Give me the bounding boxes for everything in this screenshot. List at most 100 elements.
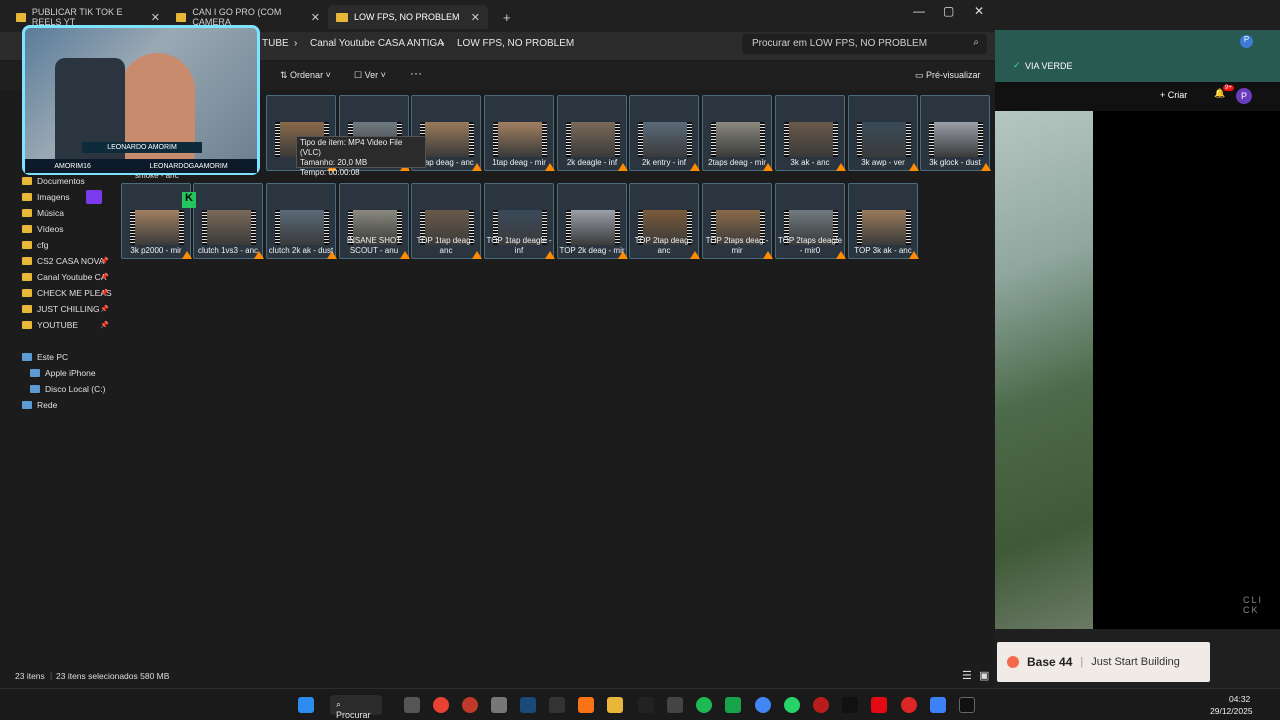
chrome-icon[interactable] (755, 697, 771, 713)
video-file[interactable]: TOP 1tap deag - anc (411, 183, 482, 259)
search-input[interactable]: Procurar em LOW FPS, NO PROBLEM ⌕ (742, 34, 987, 54)
video-file[interactable]: TOP 1tap deagle - inf (484, 183, 555, 259)
app-icon[interactable] (638, 697, 654, 713)
video-thumbnail (857, 122, 911, 157)
notification-badge: 9+ (1223, 85, 1234, 91)
spotify-icon[interactable] (696, 697, 712, 713)
video-file[interactable]: TOP 3k ak - anc (848, 183, 919, 259)
preview-pane-button[interactable]: ▭ Pré-visualizar (915, 70, 981, 81)
app-icon[interactable] (901, 697, 917, 713)
nav-item[interactable]: Rede (22, 400, 57, 410)
video-thumbnail (929, 122, 983, 157)
video-file[interactable]: 2k entry - inf (629, 95, 700, 171)
nav-item[interactable]: CS2 CASA NOVA (22, 256, 104, 266)
video-thumbnail (493, 122, 547, 157)
app-icon[interactable] (813, 697, 829, 713)
chrome-icon[interactable] (433, 697, 449, 713)
nav-item[interactable]: Música (22, 208, 64, 218)
video-thumbnail (784, 122, 838, 157)
profile-avatar[interactable]: P (1240, 35, 1253, 48)
account-avatar[interactable]: P (1236, 88, 1252, 104)
video-file[interactable]: 3k ak - anc (775, 95, 846, 171)
pc-icon (22, 353, 32, 361)
nav-item[interactable]: cfg (22, 240, 48, 250)
video-file[interactable]: 3k p2000 - mir (121, 183, 192, 259)
settings-icon[interactable] (491, 697, 507, 713)
new-tab-button[interactable]: + (495, 5, 519, 29)
file-name: 3k p2000 - mir (130, 246, 182, 255)
folder-icon (22, 289, 32, 297)
netflix-icon[interactable] (871, 697, 887, 713)
video-file[interactable]: 1tap deag - mir (484, 95, 555, 171)
create-button[interactable]: + Criar (1160, 90, 1187, 100)
video-file[interactable]: TOP 2taps deagle - mir0 (775, 183, 846, 259)
video-file[interactable]: 3k glock - dust (920, 95, 991, 171)
video-file[interactable]: INSANE SHOT SCOUT - anu (339, 183, 410, 259)
tab-low-fps[interactable]: LOW FPS, NO PROBLEM ✕ (328, 5, 488, 29)
maximize-icon[interactable]: ▢ (943, 4, 954, 18)
video-file[interactable]: TOP 2k deag - mir (557, 183, 628, 259)
start-icon[interactable] (298, 697, 314, 713)
nav-item[interactable]: YOUTUBE (22, 320, 78, 330)
taskbar: ⌕ Procurar 04:32 29/12/2025 (0, 688, 1280, 720)
breadcrumb-item[interactable]: TUBE (262, 38, 289, 49)
app-icon[interactable] (549, 697, 565, 713)
task-view-icon[interactable] (404, 697, 420, 713)
capcut-icon[interactable] (959, 697, 975, 713)
close-icon[interactable]: ✕ (311, 11, 320, 24)
folder-icon (22, 321, 32, 329)
video-thumbnail (275, 210, 329, 245)
close-window-icon[interactable]: ✕ (974, 4, 984, 18)
video-file[interactable]: 2taps deag - mir (702, 95, 773, 171)
app-icon[interactable] (725, 697, 741, 713)
close-icon[interactable]: ✕ (471, 11, 480, 24)
view-button[interactable]: ☐ Ver ˅ (354, 70, 386, 81)
close-icon[interactable]: ✕ (151, 11, 160, 24)
details-view-icon[interactable]: ☰ (962, 669, 972, 682)
faceit-icon[interactable] (578, 697, 594, 713)
nav-item[interactable]: Este PC (22, 352, 68, 362)
videos-icon (22, 225, 32, 233)
nav-item[interactable]: Documentos (22, 176, 85, 186)
more-options-icon[interactable]: ··· (410, 66, 422, 80)
nav-item[interactable]: Vídeos (22, 224, 63, 234)
watermark: CLI CK (1243, 595, 1264, 615)
breadcrumb-item[interactable]: LOW FPS, NO PROBLEM (457, 38, 574, 49)
nav-item[interactable]: Imagens (22, 192, 70, 202)
folder-icon (22, 305, 32, 313)
breadcrumb-item[interactable]: Canal Youtube CASA ANTIGA (310, 38, 444, 49)
video-file[interactable]: clutch 1vs3 - anc (193, 183, 264, 259)
tiles-view-icon[interactable]: ▣ (979, 669, 989, 682)
sort-button[interactable]: ⇅ Ordenar ˅ (280, 70, 331, 81)
steam-icon[interactable] (520, 697, 536, 713)
notepad-icon[interactable] (930, 697, 946, 713)
nav-item[interactable]: Canal Youtube CA (22, 272, 106, 282)
file-explorer-icon[interactable] (607, 697, 623, 713)
folder-icon (16, 12, 26, 22)
clock-time[interactable]: 04:32 (1229, 694, 1250, 704)
video-file[interactable]: clutch 2k ak - dust (266, 183, 337, 259)
app-icon[interactable] (667, 697, 683, 713)
nav-item[interactable]: CHECK ME PLEAS (22, 288, 112, 298)
file-name: TOP 3k ak - anc (854, 246, 912, 255)
nav-item[interactable]: Apple iPhone (30, 368, 96, 378)
opera-icon[interactable] (462, 697, 478, 713)
video-thumbnail (857, 210, 911, 245)
tiktok-icon[interactable] (842, 697, 858, 713)
network-icon (22, 401, 32, 409)
whatsapp-icon[interactable] (784, 697, 800, 713)
minimize-icon[interactable]: — (913, 4, 925, 18)
bookmark-via-verde[interactable]: VIA VERDE (1025, 61, 1073, 71)
clock-date[interactable]: 29/12/2025 (1210, 706, 1253, 716)
video-file[interactable]: 2k deagle - inf (557, 95, 628, 171)
music-icon (22, 209, 32, 217)
breadcrumb-separator: › (294, 38, 298, 49)
video-file[interactable]: 3k awp - ver (848, 95, 919, 171)
ad-banner[interactable]: Base 44 | Just Start Building (997, 642, 1210, 682)
nav-item[interactable]: JUST CHILLING (22, 304, 100, 314)
taskbar-search[interactable]: ⌕ Procurar (330, 695, 382, 720)
video-file[interactable]: TOP 2taps deag - mir (702, 183, 773, 259)
status-bar: 23 itens | 23 itens selecionados 580 MB … (0, 666, 995, 688)
nav-item[interactable]: Disco Local (C:) (30, 384, 105, 394)
video-file[interactable]: TOP 2tap deag - anc (629, 183, 700, 259)
